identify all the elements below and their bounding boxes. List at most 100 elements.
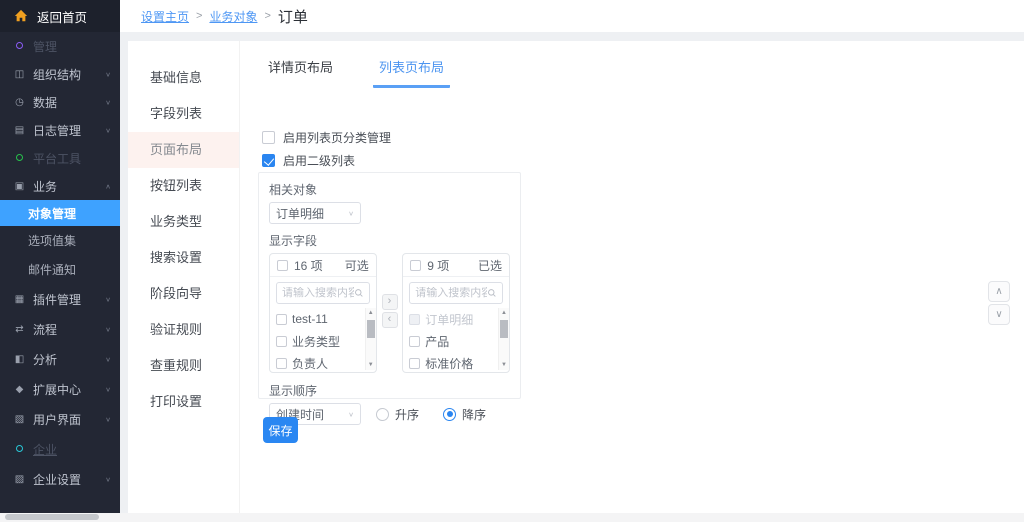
tab-detail-page-layout[interactable]: 详情页布局 (262, 57, 339, 88)
sidebar-item-label: 企业 (33, 441, 57, 458)
settings-menu-item-business-type[interactable]: 业务类型 (128, 204, 239, 240)
list-item[interactable]: 负责人 (270, 352, 376, 370)
list-item[interactable]: 产品 (403, 330, 509, 352)
display-order-label: 显示顺序 (269, 382, 510, 399)
sidebar-item-option-sets[interactable]: 选项值集 (0, 226, 120, 254)
settings-menu-item-validation-rules[interactable]: 验证规则 (128, 312, 239, 348)
target-list-scrollbar[interactable]: ▲ ▼ (498, 308, 509, 370)
sidebar-item-object-mgmt[interactable]: 对象管理 (0, 200, 120, 226)
source-box-header: 16 项 可选 (270, 254, 376, 277)
category-mgmt-label: 启用列表页分类管理 (283, 129, 391, 146)
item-checkbox[interactable] (409, 358, 420, 369)
sidebar-item-label: 邮件通知 (28, 261, 76, 278)
chevron-down-icon: ∨ (348, 209, 354, 216)
scroll-up-icon[interactable]: ▲ (366, 310, 376, 316)
sidebar-item-user-interface[interactable]: ▧ 用户界面 ∨ (0, 404, 120, 434)
settings-menu-item-page-layout[interactable]: 页面布局 (128, 132, 239, 168)
related-object-select[interactable]: 订单明细 ∨ (269, 202, 361, 224)
item-label: 产品 (425, 333, 449, 350)
settings-menu-item-print-settings[interactable]: 打印设置 (128, 384, 239, 420)
source-select-all-checkbox[interactable] (277, 260, 288, 271)
move-right-button[interactable]: › (382, 294, 398, 310)
scroll-up-icon[interactable]: ▲ (499, 310, 509, 316)
source-field-list: test-11 业务类型 负责人 ▲ ▼ (270, 308, 376, 370)
sidebar-item-business[interactable]: ▣ 业务 ∧ (0, 172, 120, 200)
source-tag: 可选 (345, 257, 369, 274)
list-item[interactable]: 标准价格 (403, 352, 509, 370)
item-checkbox[interactable] (409, 336, 420, 347)
scroll-down-icon[interactable]: ▼ (499, 362, 509, 368)
breadcrumb-link-settings-home[interactable]: 设置主页 (141, 8, 189, 25)
field-transfer: 16 项 可选 test-11 业务类型 (269, 253, 510, 373)
ascending-radio[interactable] (376, 408, 389, 421)
breadcrumb-link-business-objects[interactable]: 业务对象 (209, 8, 257, 25)
cyan-circle-icon (13, 444, 26, 455)
log-icon: ▤ (13, 125, 26, 136)
sidebar-item-label: 数据 (33, 94, 57, 111)
sidebar-item-enterprise[interactable]: 企业 (0, 434, 120, 464)
sidebar-item-label: 组织结构 (33, 66, 81, 83)
sidebar-item-platform-tools[interactable]: 平台工具 (0, 144, 120, 172)
sidebar-item-enterprise-settings[interactable]: ▨ 企业设置 ∨ (0, 464, 120, 494)
sidebar-item-home[interactable]: 返回首页 (0, 0, 120, 32)
sidebar-item-log-mgmt[interactable]: ▤ 日志管理 ∨ (0, 116, 120, 144)
category-mgmt-checkbox[interactable] (262, 131, 275, 144)
sidebar-item-label: 业务 (33, 178, 57, 195)
target-field-list: 订单明细 产品 标准价格 ▲ ▼ (403, 308, 509, 370)
sidebar-item-label: 选项值集 (28, 232, 76, 249)
order-row: 创建时间 ∨ 升序 降序 (269, 403, 510, 425)
target-select-all-checkbox[interactable] (410, 260, 421, 271)
save-button[interactable]: 保存 (263, 417, 298, 443)
sidebar-item-label: 分析 (33, 351, 57, 368)
source-field-box: 16 项 可选 test-11 业务类型 (269, 253, 377, 373)
source-search-input[interactable] (282, 287, 354, 299)
settings-menu-item-basic-info[interactable]: 基础信息 (128, 60, 239, 96)
item-checkbox (409, 314, 420, 325)
settings-menu-item-field-list[interactable]: 字段列表 (128, 96, 239, 132)
list-item[interactable]: test-11 (270, 308, 376, 330)
settings-menu-item-stage-wizard[interactable]: 阶段向导 (128, 276, 239, 312)
source-list-scrollbar[interactable]: ▲ ▼ (365, 308, 376, 370)
sidebar-item-data[interactable]: ◷ 数据 ∨ (0, 88, 120, 116)
search-icon (354, 287, 364, 299)
item-checkbox[interactable] (276, 314, 287, 325)
item-label: test-11 (292, 312, 328, 326)
chevron-down-icon: ∨ (105, 475, 111, 482)
settings-menu-item-button-list[interactable]: 按钮列表 (128, 168, 239, 204)
settings-menu-item-search-settings[interactable]: 搜索设置 (128, 240, 239, 276)
scroll-up-button[interactable]: ∧ (988, 281, 1010, 302)
move-left-button[interactable]: ‹ (382, 312, 398, 328)
home-icon (14, 9, 28, 23)
ascending-label: 升序 (395, 406, 419, 423)
item-checkbox[interactable] (276, 358, 287, 369)
list-item[interactable]: 业务类型 (270, 330, 376, 352)
sidebar-item-label: 管理 (33, 38, 57, 55)
sidebar-item-analysis[interactable]: ◧ 分析 ∨ (0, 344, 120, 374)
scroll-down-button[interactable]: ∨ (988, 304, 1010, 325)
chevron-down-icon: ∨ (105, 355, 111, 362)
sidebar-item-mail-notify[interactable]: 邮件通知 (0, 254, 120, 284)
sidebar-item-extension-center[interactable]: ◆ 扩展中心 ∨ (0, 374, 120, 404)
related-object-label: 相关对象 (269, 181, 510, 198)
sidebar-item-admin[interactable]: 管理 (0, 32, 120, 60)
display-fields-label: 显示字段 (269, 232, 510, 249)
horizontal-scrollbar-thumb[interactable] (5, 514, 99, 520)
target-search-input[interactable] (415, 287, 487, 299)
business-icon: ▣ (13, 181, 26, 192)
sidebar-item-label: 对象管理 (28, 205, 76, 222)
scroll-down-icon[interactable]: ▼ (366, 362, 376, 368)
secondary-list-checkbox[interactable] (262, 154, 275, 167)
scrollbar-thumb[interactable] (367, 320, 375, 338)
tab-list-page-layout[interactable]: 列表页布局 (373, 57, 450, 88)
sidebar-item-label: 扩展中心 (33, 381, 81, 398)
sidebar-home-label: 返回首页 (37, 7, 87, 26)
horizontal-scrollbar[interactable] (0, 513, 1024, 522)
sidebar-item-flow[interactable]: ⇄ 流程 ∨ (0, 314, 120, 344)
sidebar-item-plugin-mgmt[interactable]: ▦ 插件管理 ∨ (0, 284, 120, 314)
item-checkbox[interactable] (276, 336, 287, 347)
settings-menu-item-dedup-rules[interactable]: 查重规则 (128, 348, 239, 384)
descending-radio[interactable] (443, 408, 456, 421)
scrollbar-thumb[interactable] (500, 320, 508, 338)
transfer-buttons: › ‹ (377, 253, 402, 373)
sidebar-item-org-structure[interactable]: ◫ 组织结构 ∨ (0, 60, 120, 88)
